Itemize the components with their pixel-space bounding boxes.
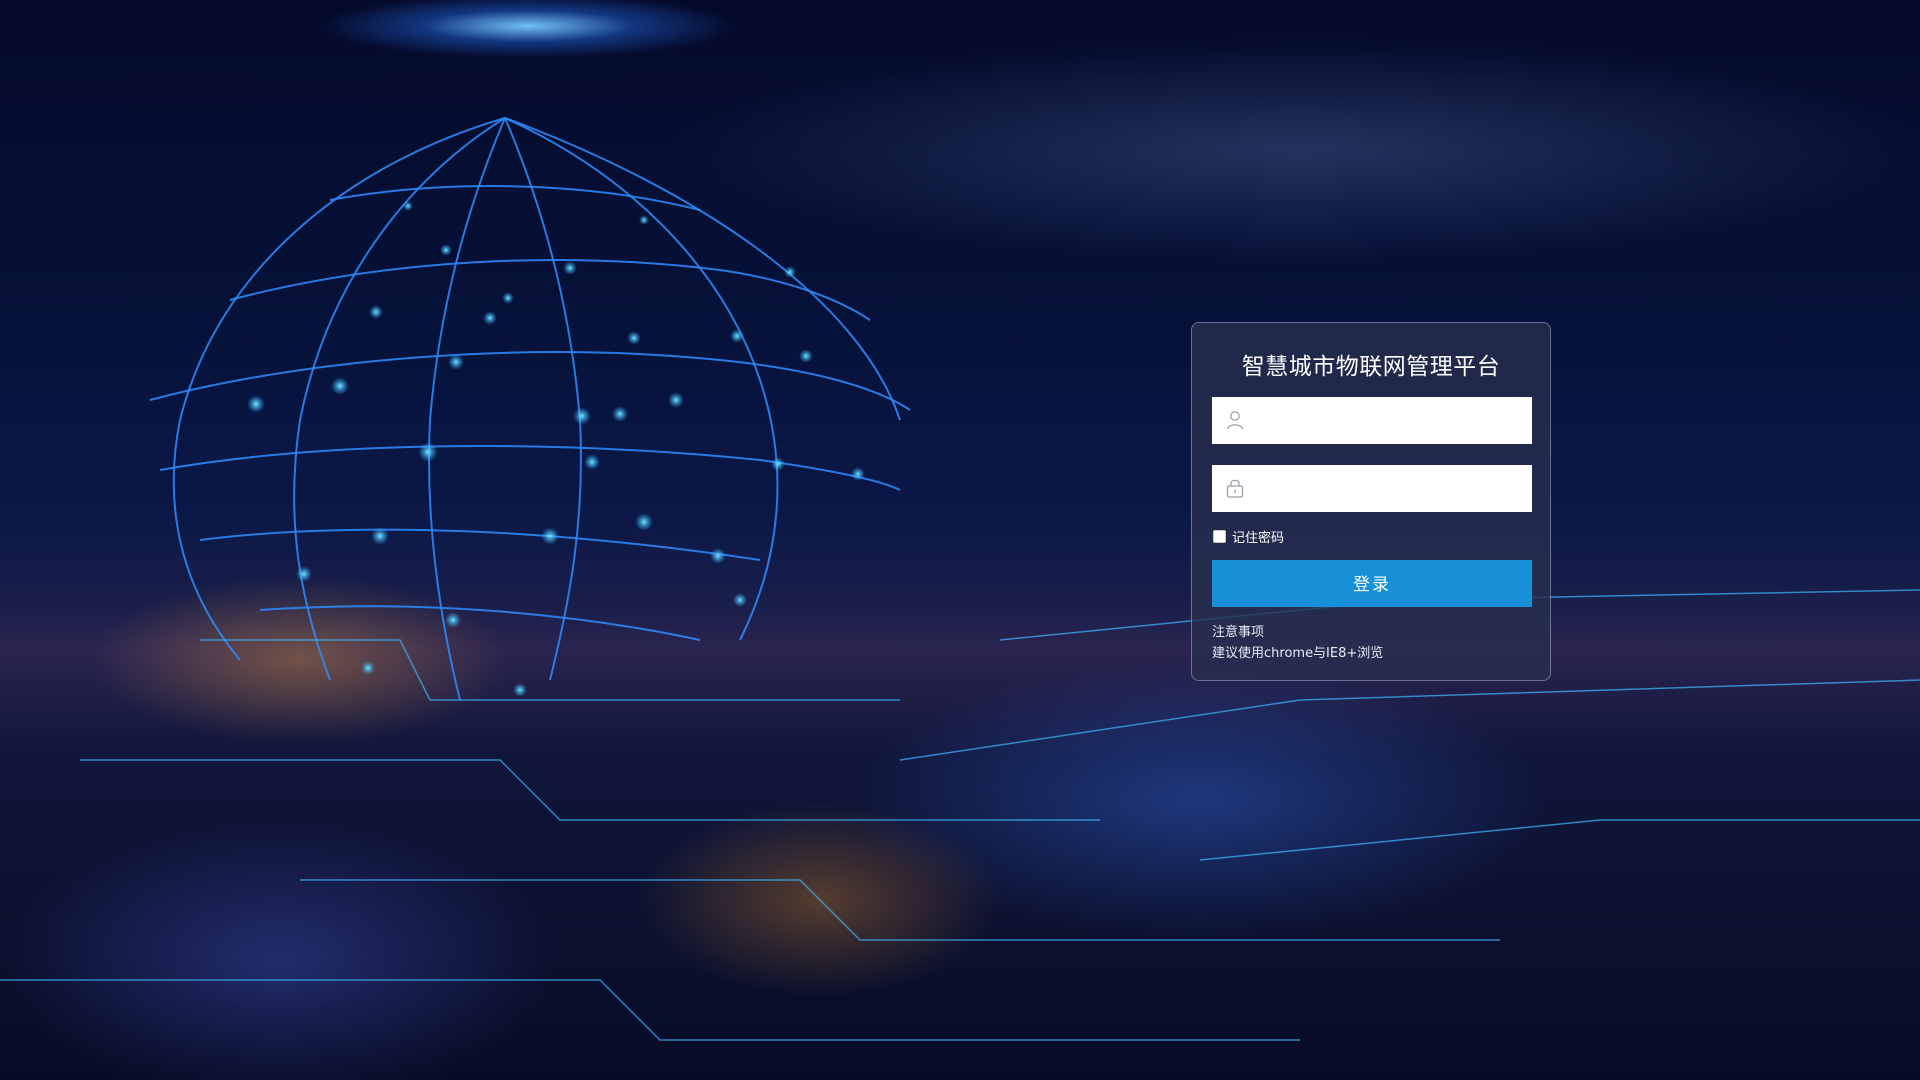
password-input[interactable] [1256,465,1528,514]
login-title: 智慧城市物联网管理平台 [1241,354,1501,380]
remember-password-label: 记住密码 [1232,530,1285,546]
lock-icon [1226,479,1244,498]
username-input[interactable] [1256,397,1528,446]
login-panel: 智慧城市物联网管理平台 记住密码 登录 注意事项 建议使用chrome与IE8+… [1191,322,1551,681]
network-globe-graphic [0,117,1920,1041]
notice-text: 建议使用chrome与IE8+浏览 [1212,646,1384,661]
login-button[interactable]: 登录 [1212,560,1532,607]
notice-title: 注意事项 [1212,625,1265,640]
remember-password[interactable]: 记住密码 [1212,527,1285,546]
user-icon [1226,411,1244,430]
username-field[interactable] [1212,397,1532,446]
password-field[interactable] [1212,465,1532,514]
remember-password-checkbox[interactable] [1213,529,1226,543]
